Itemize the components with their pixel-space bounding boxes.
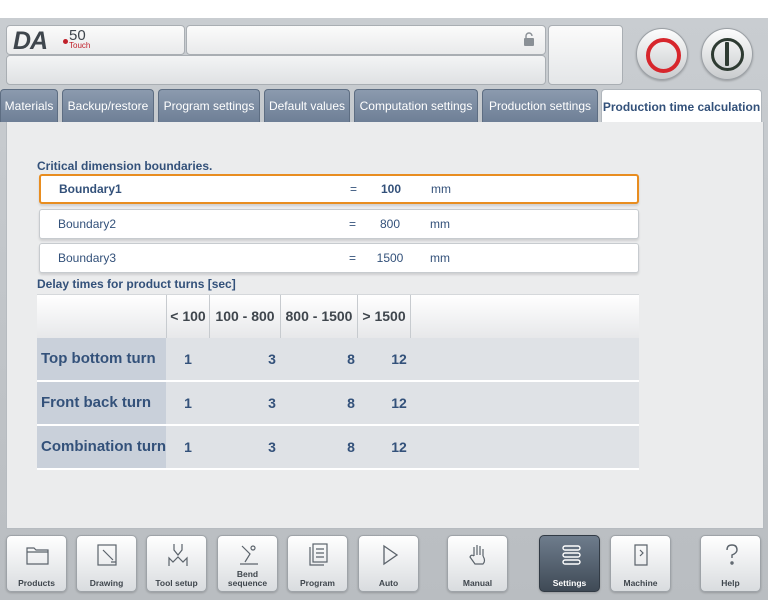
nav-label: Tool setup bbox=[155, 578, 198, 588]
unlock-icon[interactable] bbox=[523, 32, 535, 46]
boundary-unit: mm bbox=[430, 217, 450, 231]
equals-sign: = bbox=[349, 217, 357, 231]
content-panel: Critical dimension boundaries. Boundary1… bbox=[6, 122, 764, 529]
nav-label: Manual bbox=[462, 578, 493, 588]
row-label: Front back turn bbox=[37, 382, 166, 424]
nav-label: Program bbox=[300, 578, 335, 588]
nav-program-button[interactable]: Program bbox=[287, 535, 348, 592]
stop-icon bbox=[646, 38, 681, 73]
boundary-label: Boundary3 bbox=[58, 251, 117, 265]
tool-icon bbox=[168, 544, 188, 566]
delay-cell[interactable]: 3 bbox=[237, 338, 307, 380]
column-header: 100 - 800 bbox=[210, 295, 281, 338]
header-corner bbox=[37, 295, 167, 338]
tab-backup-restore[interactable]: Backup/restore bbox=[62, 89, 154, 122]
message-bar bbox=[186, 25, 546, 55]
nav-label: Products bbox=[18, 578, 55, 588]
delay-cell[interactable]: 12 bbox=[373, 338, 425, 380]
screen: DA 50 Touch Materials Backup/restore Pro… bbox=[0, 18, 768, 600]
boundary-row-1[interactable]: Boundary1 = 100 mm bbox=[39, 174, 639, 204]
tab-computation-settings[interactable]: Computation settings bbox=[354, 89, 478, 122]
delay-cell[interactable]: 12 bbox=[373, 382, 425, 424]
delay-cell[interactable]: 1 bbox=[167, 382, 209, 424]
nav-machine-button[interactable]: Machine bbox=[610, 535, 671, 592]
nav-tool-setup-button[interactable]: Tool setup bbox=[146, 535, 207, 592]
tab-program-settings[interactable]: Program settings bbox=[158, 89, 260, 122]
delay-cell[interactable]: 1 bbox=[167, 426, 209, 468]
tab-production-time-calculation[interactable]: Production time calculation bbox=[601, 89, 762, 124]
bend-sequence-icon bbox=[240, 545, 258, 565]
settings-tabs: Materials Backup/restore Program setting… bbox=[0, 89, 768, 124]
nav-label: Bend sequence bbox=[227, 569, 268, 588]
hand-icon bbox=[469, 545, 486, 565]
tab-materials[interactable]: Materials bbox=[0, 89, 58, 122]
column-header: 800 - 1500 bbox=[281, 295, 358, 338]
table-row: Top bottom turn 1 3 8 12 bbox=[37, 338, 639, 382]
row-label: Top bottom turn bbox=[37, 338, 166, 380]
logo-brand: DA bbox=[13, 27, 48, 55]
help-icon bbox=[726, 544, 738, 565]
column-header: < 100 bbox=[167, 295, 210, 338]
table-row: Combination turn 1 3 8 12 bbox=[37, 426, 639, 470]
start-button[interactable] bbox=[701, 28, 753, 80]
boundary-row-2[interactable]: Boundary2 = 800 mm bbox=[39, 209, 639, 239]
delay-cell[interactable]: 3 bbox=[237, 426, 307, 468]
nav-label: Auto bbox=[378, 578, 399, 588]
status-bar bbox=[6, 55, 546, 85]
tab-default-values[interactable]: Default values bbox=[264, 89, 350, 122]
nav-label: Help bbox=[721, 578, 740, 588]
logo-dot bbox=[63, 39, 68, 44]
info-panel bbox=[548, 25, 623, 85]
delays-title: Delay times for product turns [sec] bbox=[37, 277, 236, 291]
delay-cell[interactable]: 12 bbox=[373, 426, 425, 468]
column-header: > 1500 bbox=[358, 295, 411, 338]
nav-auto-button[interactable]: Auto bbox=[358, 535, 419, 592]
drawing-icon bbox=[97, 544, 117, 566]
boundaries-title: Critical dimension boundaries. bbox=[37, 159, 213, 173]
play-icon bbox=[383, 544, 399, 566]
equals-sign: = bbox=[350, 182, 358, 196]
equals-sign: = bbox=[349, 251, 357, 265]
boundary-label: Boundary1 bbox=[59, 182, 122, 196]
program-icon bbox=[309, 543, 328, 566]
boundary-unit: mm bbox=[430, 251, 450, 265]
logo: DA 50 Touch bbox=[6, 25, 185, 55]
tab-production-settings[interactable]: Production settings bbox=[482, 89, 598, 122]
turn-delay-table: < 100 100 - 800 800 - 1500 > 1500 Top bo… bbox=[37, 294, 639, 470]
settings-list-icon bbox=[562, 545, 581, 565]
boundary-row-3[interactable]: Boundary3 = 1500 mm bbox=[39, 243, 639, 273]
boundary-unit: mm bbox=[431, 182, 451, 196]
nav-label: Settings bbox=[552, 578, 587, 588]
nav-settings-button[interactable]: Settings bbox=[539, 535, 600, 592]
boundary-label: Boundary2 bbox=[58, 217, 117, 231]
machine-icon bbox=[634, 544, 648, 566]
nav-manual-button[interactable]: Manual bbox=[447, 535, 508, 592]
nav-label: Machine bbox=[623, 578, 658, 588]
nav-help-button[interactable]: Help bbox=[700, 535, 761, 592]
bottom-navigation: Products Drawing Tool setup Bend sequenc… bbox=[0, 530, 768, 600]
delay-cell[interactable]: 3 bbox=[237, 382, 307, 424]
nav-label: Drawing bbox=[89, 578, 124, 588]
folder-icon bbox=[26, 547, 49, 565]
logo-suffix: Touch bbox=[69, 41, 91, 50]
stop-button[interactable] bbox=[636, 28, 688, 80]
nav-drawing-button[interactable]: Drawing bbox=[76, 535, 137, 592]
nav-products-button[interactable]: Products bbox=[6, 535, 67, 592]
table-header: < 100 100 - 800 800 - 1500 > 1500 bbox=[37, 294, 639, 338]
boundary-value[interactable]: 1500 bbox=[370, 251, 410, 265]
delay-cell[interactable]: 1 bbox=[167, 338, 209, 380]
table-row: Front back turn 1 3 8 12 bbox=[37, 382, 639, 426]
boundary-value[interactable]: 100 bbox=[371, 182, 411, 196]
nav-bend-sequence-button[interactable]: Bend sequence bbox=[217, 535, 278, 592]
row-label: Combination turn bbox=[37, 426, 166, 468]
boundary-value[interactable]: 800 bbox=[370, 217, 410, 231]
